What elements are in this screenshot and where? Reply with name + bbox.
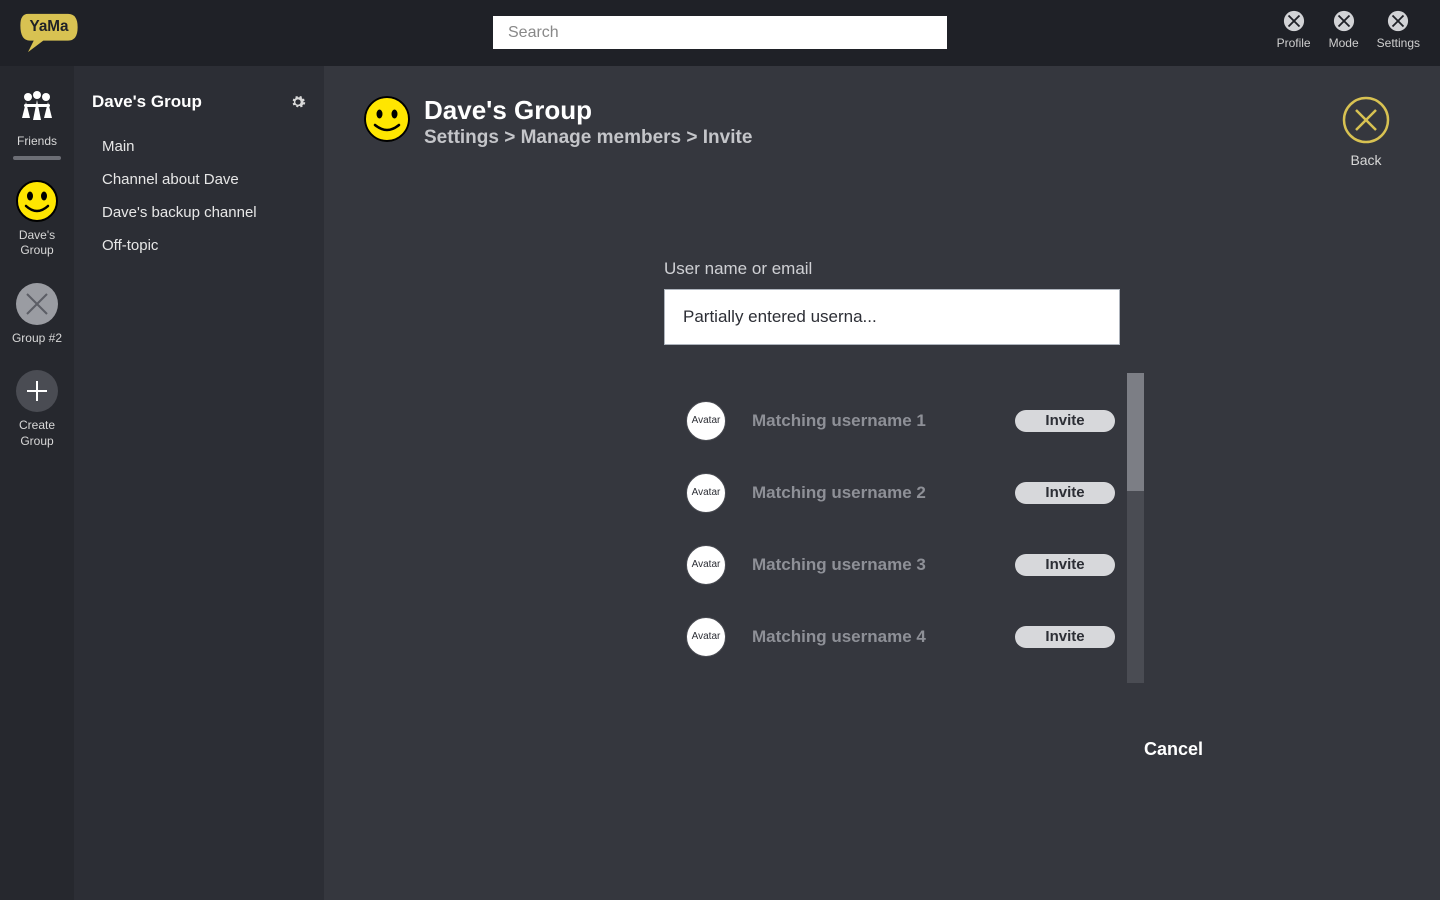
- circle-x-icon: [16, 283, 58, 325]
- friends-icon: [16, 86, 58, 128]
- circle-x-icon: [1342, 96, 1390, 144]
- avatar: Avatar: [686, 473, 726, 513]
- circle-x-icon: [1387, 10, 1409, 32]
- result-username: Matching username 3: [752, 555, 1015, 575]
- results-list: Avatar Matching username 1 Invite Avatar…: [664, 373, 1127, 683]
- back-button[interactable]: Back: [1342, 96, 1390, 168]
- rail-item-friends[interactable]: Friends: [16, 86, 58, 150]
- username-field-label: User name or email: [664, 259, 1390, 279]
- avatar: Avatar: [686, 401, 726, 441]
- sidebar-title: Dave's Group: [92, 92, 202, 112]
- result-username: Matching username 4: [752, 627, 1015, 647]
- result-username: Matching username 2: [752, 483, 1015, 503]
- channel-sidebar: Dave's Group Main Channel about Dave Dav…: [74, 66, 324, 900]
- main-panel: Dave's Group Settings > Manage members >…: [324, 66, 1440, 900]
- channel-item[interactable]: Dave's backup channel: [92, 196, 306, 229]
- page-header: Dave's Group Settings > Manage members >…: [364, 96, 1390, 149]
- scrollbar-thumb[interactable]: [1127, 373, 1144, 491]
- circle-x-icon: [1283, 10, 1305, 32]
- avatar: Avatar: [686, 545, 726, 585]
- rail-label: Group #2: [12, 331, 62, 347]
- circle-x-icon: [1333, 10, 1355, 32]
- app-logo[interactable]: YaMa: [20, 12, 78, 54]
- results-container: Avatar Matching username 1 Invite Avatar…: [664, 373, 1144, 683]
- scrollbar-track[interactable]: [1127, 373, 1144, 683]
- rail-label: Friends: [17, 134, 57, 150]
- result-row: Avatar Matching username 4 Invite: [664, 601, 1127, 673]
- breadcrumb: Settings > Manage members > Invite: [424, 127, 752, 149]
- sidebar-header: Dave's Group: [92, 92, 306, 112]
- profile-label: Profile: [1277, 36, 1311, 50]
- invite-button[interactable]: Invite: [1015, 410, 1115, 432]
- search-input[interactable]: [493, 16, 947, 49]
- rail-item-create-group[interactable]: Create Group: [4, 370, 70, 449]
- server-rail: Friends Dave's Group Group #2: [0, 66, 74, 900]
- result-username: Matching username 1: [752, 411, 1015, 431]
- cancel-button[interactable]: Cancel: [1144, 739, 1203, 760]
- invite-button[interactable]: Invite: [1015, 482, 1115, 504]
- rail-label: Dave's Group: [4, 228, 70, 259]
- back-label: Back: [1350, 152, 1381, 168]
- channel-item[interactable]: Main: [92, 130, 306, 163]
- settings-button[interactable]: Settings: [1377, 10, 1420, 50]
- plus-icon: [16, 370, 58, 412]
- channel-item[interactable]: Channel about Dave: [92, 163, 306, 196]
- invite-button[interactable]: Invite: [1015, 554, 1115, 576]
- page-title: Dave's Group: [424, 96, 752, 125]
- settings-label: Settings: [1377, 36, 1420, 50]
- avatar: Avatar: [686, 617, 726, 657]
- group-avatar-icon: [364, 96, 410, 142]
- app-logo-text: YaMa: [29, 18, 69, 35]
- mode-label: Mode: [1329, 36, 1359, 50]
- profile-button[interactable]: Profile: [1277, 10, 1311, 50]
- rail-item-daves-group[interactable]: Dave's Group: [4, 180, 70, 259]
- rail-item-group-2[interactable]: Group #2: [12, 283, 62, 347]
- rail-selection-underline: [13, 156, 61, 160]
- result-row: Avatar Matching username 2 Invite: [664, 457, 1127, 529]
- result-row: Avatar Matching username 1 Invite: [664, 385, 1127, 457]
- channel-item[interactable]: Off-topic: [92, 229, 306, 262]
- result-row: Avatar Matching username 3 Invite: [664, 529, 1127, 601]
- smiley-icon: [16, 180, 58, 222]
- top-actions: Profile Mode Settings: [1277, 10, 1420, 50]
- gear-icon[interactable]: [290, 94, 306, 110]
- rail-label: Create Group: [4, 418, 70, 449]
- top-bar: YaMa Profile Mode Settings: [0, 0, 1440, 66]
- invite-button[interactable]: Invite: [1015, 626, 1115, 648]
- invite-form: User name or email Avatar Matching usern…: [664, 259, 1390, 760]
- username-input[interactable]: [664, 289, 1120, 345]
- mode-button[interactable]: Mode: [1329, 10, 1359, 50]
